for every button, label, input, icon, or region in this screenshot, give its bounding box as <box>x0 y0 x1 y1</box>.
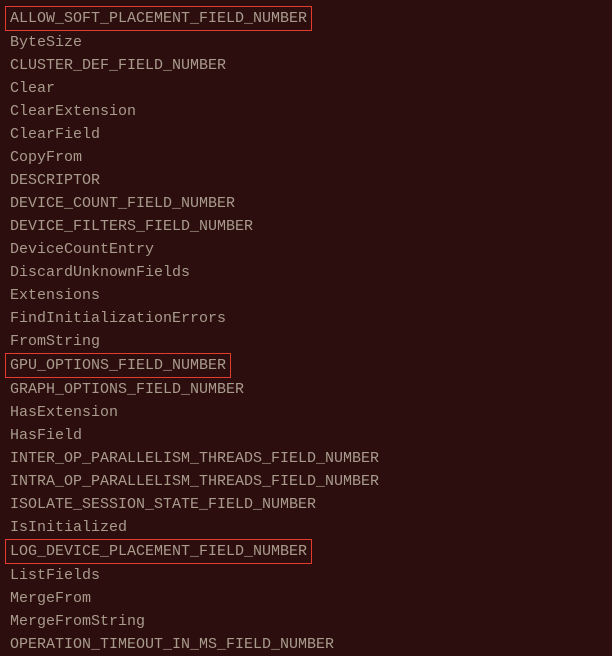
output-line: GPU_OPTIONS_FIELD_NUMBER <box>10 353 602 378</box>
output-line: IsInitialized <box>10 516 602 539</box>
output-line: ListFields <box>10 564 602 587</box>
output-line: FindInitializationErrors <box>10 307 602 330</box>
highlighted-text: GPU_OPTIONS_FIELD_NUMBER <box>5 353 231 378</box>
output-line: ALLOW_SOFT_PLACEMENT_FIELD_NUMBER <box>10 6 602 31</box>
highlighted-text: LOG_DEVICE_PLACEMENT_FIELD_NUMBER <box>5 539 312 564</box>
output-line: HasExtension <box>10 401 602 424</box>
terminal-output: ALLOW_SOFT_PLACEMENT_FIELD_NUMBERByteSiz… <box>10 6 602 656</box>
output-line: ClearExtension <box>10 100 602 123</box>
output-line: MergeFrom <box>10 587 602 610</box>
output-line: DiscardUnknownFields <box>10 261 602 284</box>
output-line: FromString <box>10 330 602 353</box>
output-line: HasField <box>10 424 602 447</box>
output-line: LOG_DEVICE_PLACEMENT_FIELD_NUMBER <box>10 539 602 564</box>
output-line: DESCRIPTOR <box>10 169 602 192</box>
output-line: INTRA_OP_PARALLELISM_THREADS_FIELD_NUMBE… <box>10 470 602 493</box>
output-line: MergeFromString <box>10 610 602 633</box>
output-line: INTER_OP_PARALLELISM_THREADS_FIELD_NUMBE… <box>10 447 602 470</box>
output-line: GRAPH_OPTIONS_FIELD_NUMBER <box>10 378 602 401</box>
output-line: DEVICE_FILTERS_FIELD_NUMBER <box>10 215 602 238</box>
output-line: ISOLATE_SESSION_STATE_FIELD_NUMBER <box>10 493 602 516</box>
output-line: ClearField <box>10 123 602 146</box>
output-line: Clear <box>10 77 602 100</box>
output-line: DEVICE_COUNT_FIELD_NUMBER <box>10 192 602 215</box>
output-line: CLUSTER_DEF_FIELD_NUMBER <box>10 54 602 77</box>
output-line: Extensions <box>10 284 602 307</box>
output-line: ByteSize <box>10 31 602 54</box>
output-line: CopyFrom <box>10 146 602 169</box>
output-line: DeviceCountEntry <box>10 238 602 261</box>
highlighted-text: ALLOW_SOFT_PLACEMENT_FIELD_NUMBER <box>5 6 312 31</box>
